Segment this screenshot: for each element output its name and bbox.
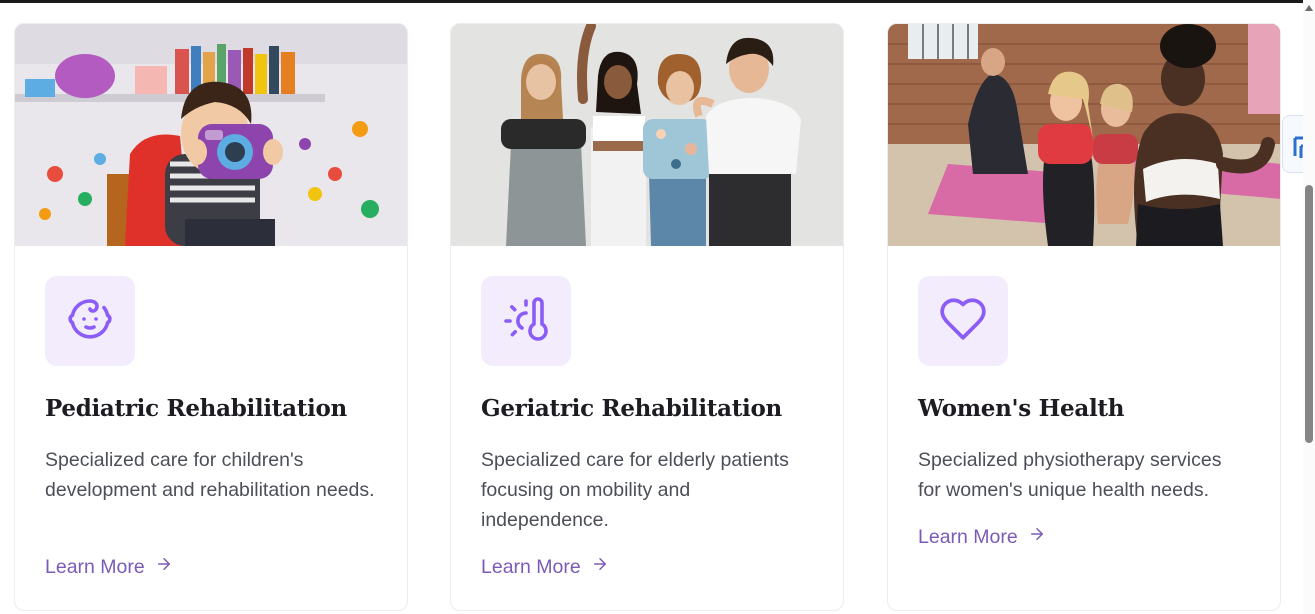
card-description: Specialized care for elderly patients fo… [481,449,789,531]
card-description: Specialized care for children's developm… [45,449,375,501]
learn-more-label: Learn More [481,555,581,578]
pediatric-icon-box [45,276,135,366]
service-card-pediatric: Pediatric Rehabilitation Specialized car… [14,23,408,611]
learn-more-label: Learn More [918,525,1018,548]
learn-more-link[interactable]: Learn More [45,555,173,579]
arrow-right-icon [1028,525,1046,549]
baby-face-icon [66,295,114,348]
learn-more-label: Learn More [45,555,145,578]
service-card-geriatric: Geriatric Rehabilitation Specialized car… [450,23,844,611]
card-description: Specialized physiotherapy services for w… [918,449,1222,501]
learn-more-link[interactable]: Learn More [481,555,609,579]
thermometer-sun-icon [502,295,550,348]
geriatric-photo [451,24,843,246]
scroll-up-arrow-icon[interactable] [1305,5,1313,11]
heart-icon [938,294,988,349]
card-title: Women's Health [918,395,1125,422]
scrollbar-thumb[interactable] [1305,185,1313,443]
womens-health-photo [888,24,1280,246]
card-title: Geriatric Rehabilitation [481,395,782,422]
card-title: Pediatric Rehabilitation [45,395,347,422]
service-card-womens-health: Women's Health Specialized physiotherapy… [887,23,1281,611]
arrow-right-icon [155,555,173,579]
womens-health-icon-box [918,276,1008,366]
pediatric-photo [15,24,407,246]
geriatric-icon-box [481,276,571,366]
arrow-right-icon [591,555,609,579]
services-card-grid: Pediatric Rehabilitation Specialized car… [0,0,1295,614]
learn-more-link[interactable]: Learn More [918,525,1046,549]
